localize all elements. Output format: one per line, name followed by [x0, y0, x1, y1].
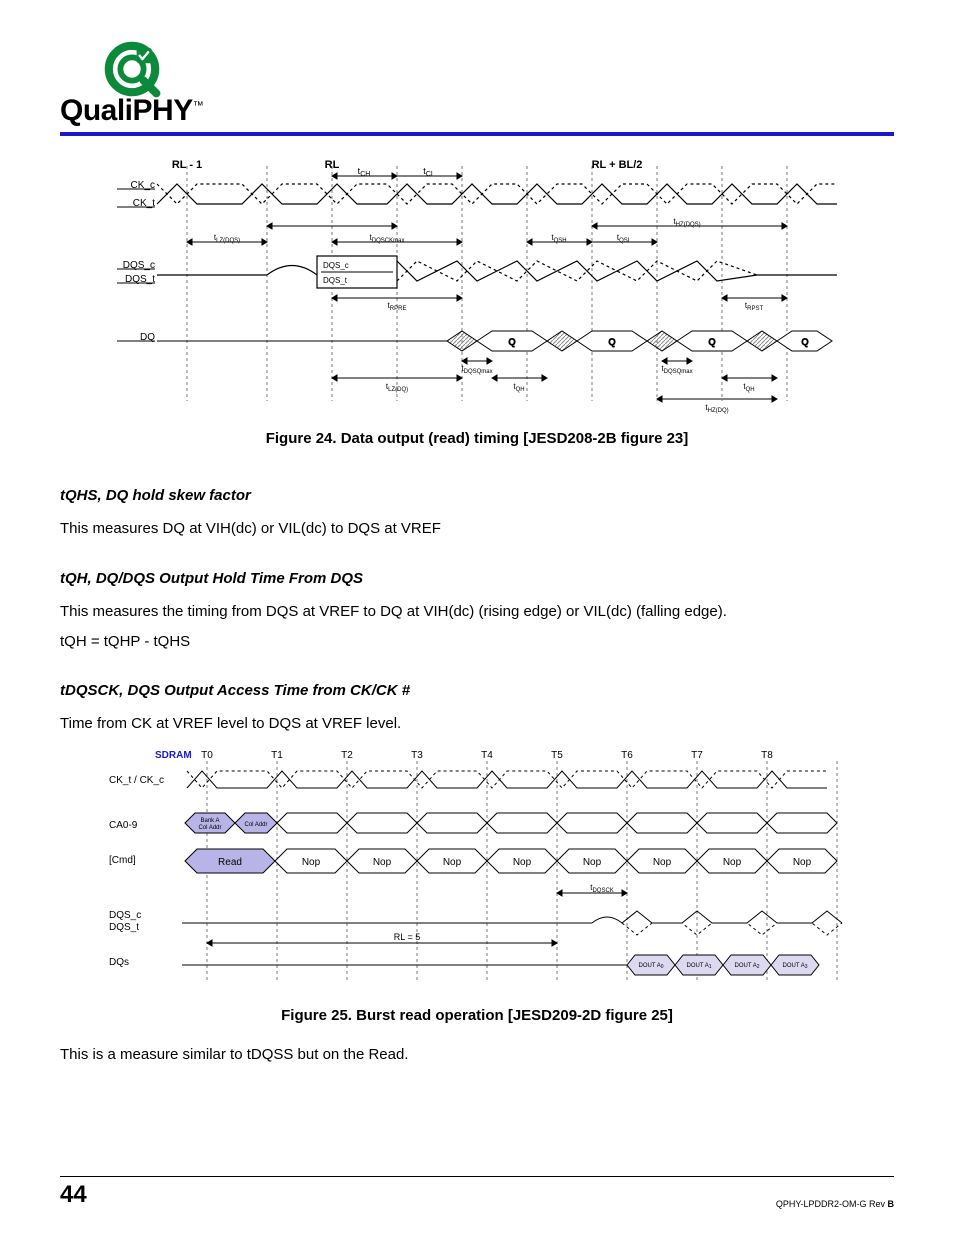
svg-text:Nop: Nop [793, 857, 812, 868]
ca-bank: Bank A [200, 818, 219, 824]
para-tqh-1: This measures the timing from DQS at VRE… [60, 601, 894, 623]
label-cmd: [Cmd] [109, 855, 136, 866]
svg-text:T1: T1 [271, 750, 283, 761]
svg-text:T2: T2 [341, 750, 353, 761]
label-dqs-c2: DQS_c [109, 910, 141, 921]
figure-24: RL - 1 RL RL + BL/2 CK_c CK_t [60, 156, 894, 416]
qualiphy-mark-icon [103, 40, 161, 98]
svg-text:tDQSCK: tDQSCK [590, 883, 614, 894]
heading-tdqsck: tDQSCK, DQS Output Access Time from CK/C… [60, 682, 894, 699]
svg-text:Bank A: Bank A [200, 818, 219, 824]
svg-text:tCH: tCH [358, 166, 371, 178]
svg-text:tHZ(DQ): tHZ(DQ) [705, 403, 728, 414]
brand-quali: Quali [60, 94, 133, 127]
svg-text:Nop: Nop [443, 857, 462, 868]
svg-text:tRPRE: tRPRE [388, 301, 407, 312]
svg-text:T8: T8 [761, 750, 773, 761]
label-dqs: DQs [109, 957, 129, 968]
svg-text:Q: Q [508, 337, 515, 347]
label-ckpair: CK_t / CK_c [109, 775, 164, 786]
svg-text:Nop: Nop [373, 857, 392, 868]
svg-text:tDQSCKmax: tDQSCKmax [370, 233, 405, 244]
svg-text:Nop: Nop [302, 857, 321, 868]
document-page: QualiPHY™ RL - 1 RL RL + [0, 0, 954, 1235]
para-tdqsck: Time from CK at VREF level to DQS at VRE… [60, 713, 894, 735]
svg-text:DOUT A0: DOUT A0 [638, 963, 663, 970]
brand-tm: ™ [193, 100, 204, 112]
svg-text:tDQSQmax: tDQSQmax [461, 364, 492, 375]
svg-text:Q: Q [708, 337, 715, 347]
label-dqs-t2: DQS_t [109, 922, 139, 933]
svg-text:tQSL: tQSL [617, 233, 632, 244]
svg-text:T6: T6 [621, 750, 633, 761]
svg-text:Q: Q [608, 337, 615, 347]
figure-25-caption: Figure 25. Burst read operation [JESD209… [60, 1007, 894, 1024]
svg-text:tHZ(DQS): tHZ(DQS) [673, 217, 700, 228]
svg-text:T7: T7 [691, 750, 703, 761]
svg-text:tCL: tCL [423, 166, 435, 178]
figure-25-diagram: SDRAM T0 T1 T2 T3 T4 T5 T6 T7 T8 CK_t / … [107, 743, 847, 993]
svg-text:T4: T4 [481, 750, 493, 761]
svg-text:tQSH: tQSH [551, 233, 566, 244]
svg-text:tDQSQmax: tDQSQmax [661, 364, 692, 375]
para-tqh-2: tQH = tQHP - tQHS [60, 631, 894, 653]
svg-text:Q: Q [801, 337, 808, 347]
label-sdram: SDRAM [155, 750, 192, 761]
svg-text:Nop: Nop [583, 857, 602, 868]
svg-text:Nop: Nop [653, 857, 672, 868]
doc-id: QPHY-LPDDR2-OM-G Rev B [776, 1199, 894, 1209]
label-rl-eq-5: RL = 5 [394, 932, 420, 942]
heading-tqhs: tQHS, DQ hold skew factor [60, 487, 894, 504]
svg-text:DQS_c: DQS_c [323, 261, 349, 270]
label-rl: RL [325, 159, 340, 171]
brand-text: QualiPHY™ [60, 94, 203, 128]
svg-text:tQH: tQH [743, 382, 754, 393]
figure-24-diagram: RL - 1 RL RL + BL/2 CK_c CK_t [117, 156, 837, 416]
para-tail: This is a measure similar to tDQSS but o… [60, 1044, 894, 1066]
label-rl-bl2: RL + BL/2 [592, 159, 643, 171]
para-tqhs: This measures DQ at VIH(dc) or VIL(dc) t… [60, 518, 894, 540]
page-footer: 44 QPHY-LPDDR2-OM-G Rev B [60, 1176, 894, 1209]
svg-text:Col Addr: Col Addr [244, 822, 267, 828]
svg-text:Col Addr: Col Addr [198, 825, 221, 831]
svg-text:DOUT A3: DOUT A3 [782, 963, 807, 970]
heading-tqh: tQH, DQ/DQS Output Hold Time From DQS [60, 570, 894, 587]
svg-text:DOUT A1: DOUT A1 [686, 963, 711, 970]
brand-phy: PHY [133, 94, 193, 127]
svg-text:DOUT A2: DOUT A2 [734, 963, 759, 970]
label-rl-minus-1: RL - 1 [172, 159, 202, 171]
figure-24-caption: Figure 24. Data output (read) timing [JE… [60, 430, 894, 447]
qualiphy-logo: QualiPHY™ [60, 40, 203, 128]
svg-text:T0: T0 [201, 750, 213, 761]
svg-text:Nop: Nop [513, 857, 532, 868]
svg-text:DQS_t: DQS_t [323, 276, 348, 285]
page-header: QualiPHY™ [60, 40, 894, 136]
svg-text:tLZ(DQS): tLZ(DQS) [214, 233, 240, 244]
svg-text:Nop: Nop [723, 857, 742, 868]
label-ca: CA0-9 [109, 820, 138, 831]
svg-text:T3: T3 [411, 750, 423, 761]
page-number: 44 [60, 1181, 87, 1209]
svg-text:T5: T5 [551, 750, 563, 761]
figure-25: SDRAM T0 T1 T2 T3 T4 T5 T6 T7 T8 CK_t / … [60, 743, 894, 993]
cmd-read: Read [218, 857, 242, 868]
svg-text:tRPST: tRPST [745, 301, 764, 312]
svg-text:tQH: tQH [513, 382, 524, 393]
